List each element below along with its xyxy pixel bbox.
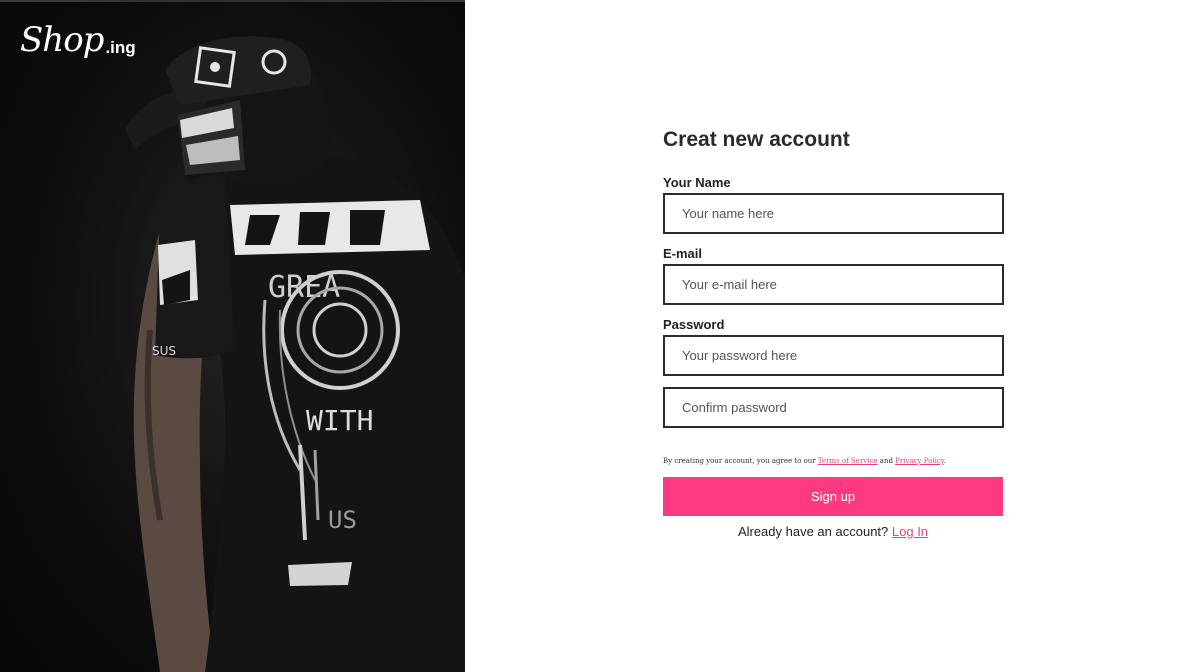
name-field[interactable] bbox=[663, 193, 1004, 234]
signup-button[interactable]: Sign up bbox=[663, 477, 1003, 516]
privacy-policy-link[interactable]: Privacy Policy bbox=[895, 457, 944, 465]
name-label: Your Name bbox=[663, 175, 731, 190]
terms-prefix: By creating your account, you agree to o… bbox=[663, 457, 816, 465]
page-title: Creat new account bbox=[663, 128, 850, 151]
login-prompt-text: Already have an account? bbox=[737, 524, 889, 539]
confirm-password-field[interactable] bbox=[663, 387, 1004, 428]
password-label: Password bbox=[663, 317, 725, 332]
svg-text:GREA: GREA bbox=[268, 270, 340, 305]
logo-suffix-text: .ing bbox=[105, 38, 136, 57]
signup-form: Creat new account Your Name E-mail Passw… bbox=[663, 126, 1004, 541]
login-link[interactable]: Log In bbox=[892, 524, 928, 539]
logo-script-text: Shop bbox=[20, 20, 104, 60]
login-prompt-row: Already have an account? Log In bbox=[663, 523, 1003, 541]
email-field[interactable] bbox=[663, 264, 1004, 305]
svg-text:WITH: WITH bbox=[306, 404, 373, 437]
password-field[interactable] bbox=[663, 335, 1004, 376]
terms-and: and bbox=[879, 457, 893, 465]
terms-of-service-link[interactable]: Terms of Service bbox=[818, 457, 878, 465]
email-label: E-mail bbox=[663, 246, 703, 261]
hero-photo: GREA WITH US SUS bbox=[0, 0, 465, 672]
terms-suffix: . bbox=[943, 457, 947, 465]
brand-logo[interactable]: Shop .ing bbox=[20, 18, 136, 62]
terms-notice: By creating your account, you agree to o… bbox=[663, 456, 1004, 466]
hero-image-panel: GREA WITH US SUS Shop .ing bbox=[0, 0, 465, 672]
svg-text:US: US bbox=[328, 506, 357, 534]
svg-text:SUS: SUS bbox=[152, 344, 176, 358]
